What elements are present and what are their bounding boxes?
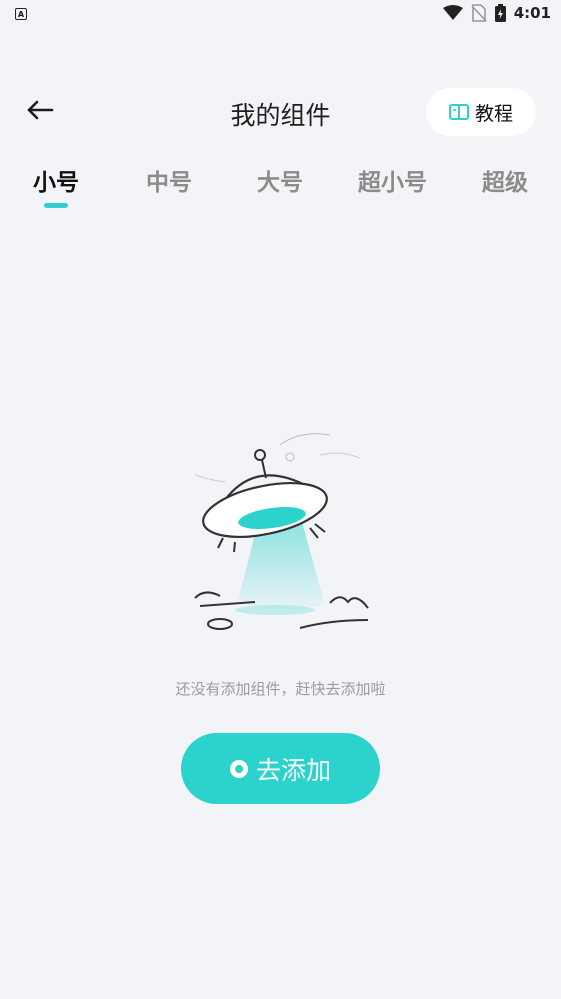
- add-circle-icon: [229, 759, 248, 778]
- tutorial-label: 教程: [474, 102, 513, 125]
- book-icon: [448, 104, 469, 120]
- empty-state-message: 还没有添加组件，赶快去添加啦: [175, 680, 386, 698]
- tab-super[interactable]: 超级: [482, 163, 528, 197]
- status-bar: A 4:01: [0, 0, 561, 30]
- ufo-illustration: [194, 433, 369, 630]
- size-tabs: 小号 中号 大号 超小号 超级: [0, 163, 561, 213]
- no-sim-icon: [471, 4, 487, 22]
- tab-large[interactable]: 大号: [257, 163, 303, 197]
- wifi-icon: [442, 5, 463, 21]
- tab-extra-small[interactable]: 超小号: [358, 163, 427, 197]
- add-button-label: 去添加: [255, 755, 331, 785]
- battery-icon: [494, 4, 506, 22]
- tutorial-button[interactable]: 教程: [426, 88, 536, 136]
- tab-medium[interactable]: 中号: [146, 163, 192, 197]
- status-time: 4:01: [513, 4, 551, 22]
- tab-small[interactable]: 小号: [33, 163, 79, 197]
- notification-icon: A: [15, 8, 27, 20]
- active-tab-indicator: [44, 203, 68, 208]
- add-widget-button[interactable]: 去添加: [181, 733, 380, 804]
- header: 我的组件 教程: [0, 80, 561, 144]
